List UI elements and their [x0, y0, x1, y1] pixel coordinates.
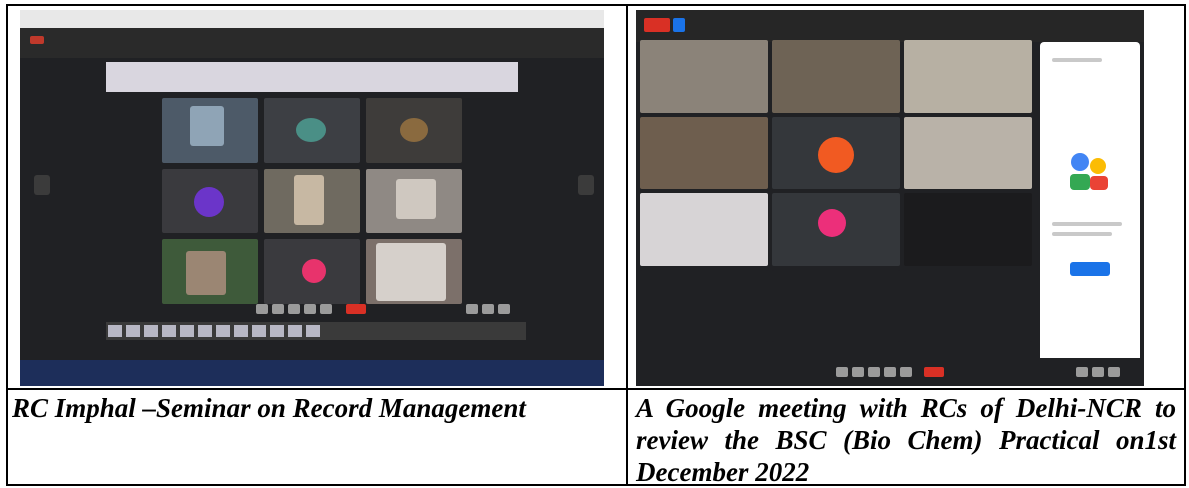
microphone-icon[interactable] — [836, 367, 848, 377]
table-row-divider — [6, 388, 1186, 390]
camera-icon[interactable] — [272, 304, 284, 314]
os-taskbar — [20, 360, 604, 386]
thumbnail — [180, 325, 194, 337]
video-tile — [264, 168, 360, 234]
participant-avatar-icon — [818, 136, 854, 173]
next-page-arrow-icon — [578, 175, 594, 195]
video-tile — [772, 40, 900, 113]
video-tile — [264, 98, 360, 163]
thumbnail — [108, 325, 122, 337]
participant-video-grid — [162, 98, 462, 304]
info-icon[interactable] — [1076, 367, 1088, 377]
video-tile — [640, 116, 768, 189]
video-tile — [264, 239, 360, 304]
end-call-icon[interactable] — [924, 367, 944, 377]
people-icon[interactable] — [1092, 367, 1104, 377]
thumbnail — [306, 325, 320, 337]
participant-video-icon — [186, 251, 226, 296]
meeting-screenshot-right — [636, 10, 1144, 386]
thumbnail — [270, 325, 284, 337]
table-border-left — [6, 4, 8, 486]
notification-banner — [106, 62, 518, 92]
participant-video-icon — [400, 118, 428, 142]
chat-icon[interactable] — [1108, 367, 1120, 377]
side-panel — [1040, 42, 1140, 362]
video-tile — [162, 239, 258, 304]
video-tile — [366, 168, 462, 234]
thumbnail — [162, 325, 176, 337]
participant-video-grid — [640, 40, 1032, 342]
table-border-right — [1184, 4, 1186, 486]
panel-action-button[interactable] — [1070, 262, 1110, 276]
video-tile — [904, 40, 1032, 113]
meeting-screenshot-left — [20, 10, 604, 386]
participant-avatar-icon — [302, 259, 326, 284]
participant-video-icon — [376, 243, 446, 302]
meeting-header-bar — [20, 28, 604, 58]
participant-thumbnail-strip — [106, 322, 526, 340]
video-tile — [904, 269, 1032, 342]
present-icon[interactable] — [304, 304, 316, 314]
participant-video-icon — [190, 106, 224, 146]
panel-heading — [1052, 58, 1102, 62]
video-tile — [162, 168, 258, 234]
browser-toolbar — [20, 10, 604, 28]
table-border-top — [6, 4, 1186, 6]
side-panel-illustration — [1070, 153, 1108, 190]
microphone-icon[interactable] — [256, 304, 268, 314]
camera-icon[interactable] — [852, 367, 864, 377]
panel-text-line — [1052, 222, 1122, 226]
meeting-controls — [106, 302, 526, 316]
video-tile — [904, 193, 1032, 266]
present-icon[interactable] — [884, 367, 896, 377]
video-tile — [366, 98, 462, 163]
recording-badge-icon — [644, 18, 670, 32]
chat-icon[interactable] — [498, 304, 510, 314]
live-badge-icon — [673, 18, 685, 32]
thumbnail — [252, 325, 266, 337]
thumbnail — [234, 325, 248, 337]
video-tile — [162, 98, 258, 163]
thumbnail — [144, 325, 158, 337]
video-tile — [772, 193, 900, 266]
video-tile — [904, 116, 1032, 189]
people-icon[interactable] — [482, 304, 494, 314]
video-tile — [640, 269, 768, 342]
participant-video-icon — [294, 174, 324, 225]
participant-avatar-icon — [818, 209, 846, 237]
more-options-icon[interactable] — [320, 304, 332, 314]
thumbnail — [288, 325, 302, 337]
meeting-controls — [636, 358, 1144, 386]
previous-page-arrow-icon — [34, 175, 50, 195]
video-tile — [772, 269, 900, 342]
video-tile — [640, 193, 768, 266]
captions-icon[interactable] — [288, 304, 300, 314]
end-call-icon[interactable] — [346, 304, 366, 314]
recording-indicator-icon — [30, 36, 44, 44]
thumbnail — [216, 325, 230, 337]
meeting-header-bar — [636, 10, 1144, 42]
caption-left: RC Imphal –Seminar on Record Management — [12, 393, 526, 423]
thumbnail — [126, 325, 140, 337]
panel-text-line — [1052, 232, 1112, 236]
participant-video-icon — [296, 118, 326, 142]
captions-icon[interactable] — [868, 367, 880, 377]
video-tile — [366, 239, 462, 304]
table-column-divider — [626, 4, 628, 486]
info-icon[interactable] — [466, 304, 478, 314]
caption-right: A Google meeting with RCs of Delhi-NCR t… — [636, 393, 1176, 487]
participant-avatar-icon — [194, 186, 224, 217]
video-tile — [772, 116, 900, 189]
document-table: RC Imphal –Seminar on Record Management … — [6, 4, 1186, 487]
participant-video-icon — [396, 178, 436, 219]
video-tile — [640, 40, 768, 113]
more-options-icon[interactable] — [900, 367, 912, 377]
thumbnail — [198, 325, 212, 337]
